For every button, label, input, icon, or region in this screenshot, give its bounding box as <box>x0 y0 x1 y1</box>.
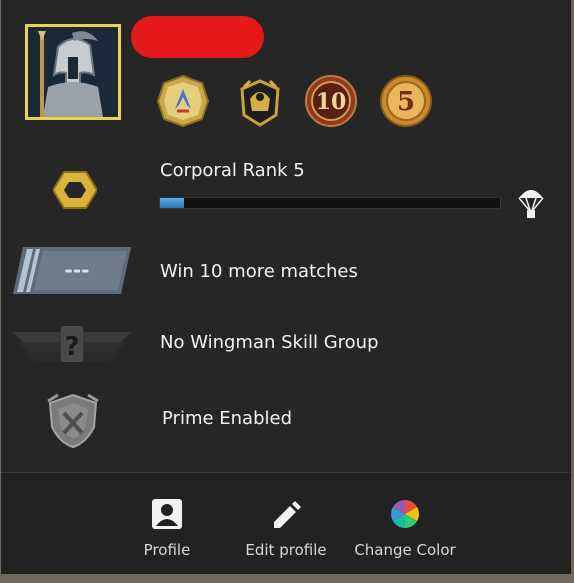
avatar[interactable] <box>25 24 121 120</box>
ten-year-coin-icon[interactable]: 10 <box>305 75 357 127</box>
change-color-button-label: Change Color <box>354 541 456 559</box>
competitive-status-label: Win 10 more matches <box>160 261 358 282</box>
person-icon <box>151 498 183 530</box>
spartan-helmet-icon <box>28 27 118 117</box>
xp-progress-bar <box>159 197 501 209</box>
profile-button[interactable]: Profile <box>121 473 213 574</box>
svg-text:5: 5 <box>397 87 415 117</box>
operation-coin-icon[interactable] <box>156 74 210 128</box>
edit-profile-button-label: Edit profile <box>245 541 327 559</box>
edit-profile-button[interactable]: Edit profile <box>241 473 331 574</box>
five-year-coin-icon[interactable]: 5 <box>380 75 432 127</box>
svg-text:---: --- <box>65 258 90 282</box>
redacted-username <box>131 16 264 58</box>
color-wheel-icon <box>389 498 421 530</box>
wingman-status-label: No Wingman Skill Group <box>160 332 379 353</box>
profile-button-label: Profile <box>143 541 191 559</box>
parachute-icon[interactable] <box>517 186 545 220</box>
action-bar: Profile Edit profile Change Color <box>1 473 570 574</box>
svg-text:10: 10 <box>316 89 347 115</box>
profile-panel: 10 5 Corporal Rank 5 --- Win 10 more mat… <box>1 0 571 574</box>
svg-text:?: ? <box>64 332 79 362</box>
prime-shield-icon <box>46 393 100 449</box>
pencil-icon <box>270 498 302 530</box>
trophy-coin-icon[interactable] <box>234 75 286 127</box>
prime-status-label: Prime Enabled <box>162 408 293 429</box>
corporal-chevron-icon <box>51 168 99 212</box>
unranked-competitive-icon: --- <box>13 247 131 294</box>
change-color-button[interactable]: Change Color <box>353 473 457 574</box>
wingman-unknown-icon: ? <box>13 322 131 364</box>
rank-title: Corporal Rank 5 <box>160 160 305 181</box>
xp-progress-fill <box>160 198 184 208</box>
